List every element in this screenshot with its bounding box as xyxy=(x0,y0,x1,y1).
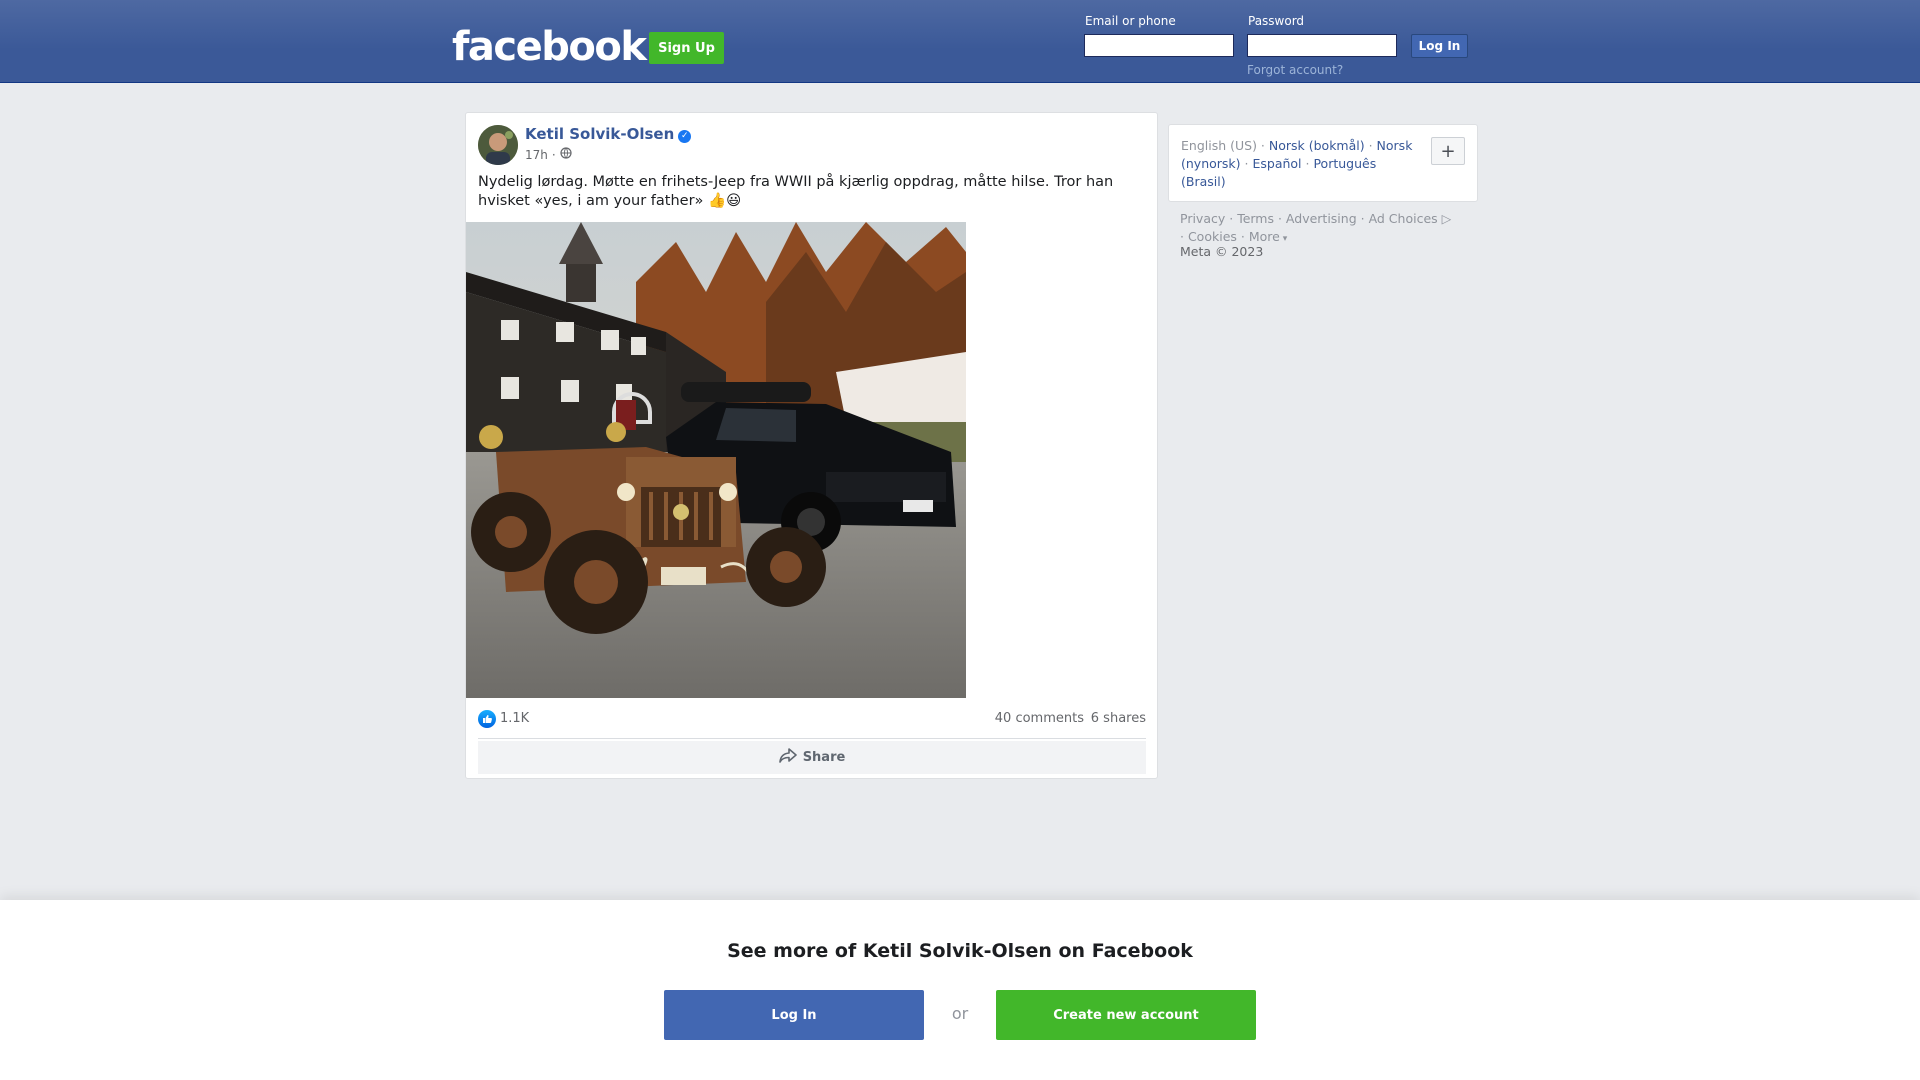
login-button[interactable]: Log In xyxy=(1411,34,1468,58)
post-card: Ketil Solvik-Olsen ✓ 17h · Nydelig lørdag… xyxy=(465,112,1158,779)
top-navigation-bar: facebook Sign Up Email or phone Password… xyxy=(0,0,1920,83)
share-button[interactable]: Share xyxy=(478,741,1146,774)
create-account-button[interactable]: Create new account xyxy=(996,990,1256,1040)
footer-links: Privacy · Terms · Advertising · Ad Choic… xyxy=(1180,211,1452,244)
footer-link-terms[interactable]: Terms xyxy=(1237,211,1274,226)
copyright: Meta © 2023 xyxy=(1180,244,1264,259)
share-icon xyxy=(778,747,797,768)
banner-login-button[interactable]: Log In xyxy=(664,990,924,1040)
share-label: Share xyxy=(802,750,846,765)
shares-count[interactable]: 6 shares xyxy=(1091,711,1146,726)
banner-title: See more of Ketil Solvik-Olsen on Facebo… xyxy=(727,940,1193,962)
language-list: English (US) · Norsk (bokmål) · Norsk (n… xyxy=(1181,138,1413,189)
post-author[interactable]: Ketil Solvik-Olsen ✓ xyxy=(525,125,692,143)
footer-link-more-label[interactable]: More xyxy=(1249,229,1280,244)
footer-link-ad-choices-label[interactable]: Ad Choices xyxy=(1369,211,1438,226)
post-time[interactable]: 17h xyxy=(525,148,548,162)
post-author-name[interactable]: Ketil Solvik-Olsen xyxy=(525,125,674,143)
footer-link-cookies[interactable]: Cookies xyxy=(1188,229,1237,244)
post-divider xyxy=(478,738,1146,739)
caret-down-icon: ▾ xyxy=(1279,234,1288,244)
password-input[interactable] xyxy=(1247,34,1397,57)
banner-or-text: or xyxy=(951,1004,969,1023)
globe-icon xyxy=(560,147,572,162)
post-meta: 17h · xyxy=(525,147,572,162)
footer-link-privacy[interactable]: Privacy xyxy=(1180,211,1225,226)
password-label: Password xyxy=(1248,14,1305,28)
reactions-count[interactable]: 1.1K xyxy=(500,711,529,726)
language-selector: English (US) · Norsk (bokmål) · Norsk (n… xyxy=(1168,124,1478,202)
facebook-logo[interactable]: facebook xyxy=(452,24,647,70)
current-language: English (US) xyxy=(1181,138,1257,153)
footer-link-advertising[interactable]: Advertising xyxy=(1286,211,1357,226)
meta-separator: · xyxy=(551,147,556,162)
comments-count[interactable]: 40 comments xyxy=(995,711,1084,726)
post-text: Nydelig lørdag. Møtte en frihets-Jeep fr… xyxy=(478,174,1114,209)
post-stats: 1.1K 40 comments 6 shares xyxy=(478,709,1146,729)
email-input[interactable] xyxy=(1084,34,1234,57)
language-link-norsk-bokmal[interactable]: Norsk (bokmål) xyxy=(1269,138,1365,153)
footer-link-ad-choices[interactable]: Ad Choices ▷ xyxy=(1369,211,1452,226)
language-link-espanol[interactable]: Español xyxy=(1252,156,1301,171)
more-languages-button[interactable]: + xyxy=(1431,137,1465,165)
sign-up-button[interactable]: Sign Up xyxy=(649,32,724,64)
verified-badge-icon: ✓ xyxy=(678,130,692,143)
like-reaction-icon xyxy=(478,710,496,728)
email-label: Email or phone xyxy=(1085,14,1176,28)
footer-link-more[interactable]: More ▾ xyxy=(1249,229,1287,244)
login-prompt-banner: See more of Ketil Solvik-Olsen on Facebo… xyxy=(0,900,1920,1080)
forgot-account-link[interactable]: Forgot account? xyxy=(1247,63,1343,77)
post-photo[interactable] xyxy=(466,222,966,698)
ad-choices-icon: ▷ xyxy=(1441,211,1452,226)
avatar[interactable] xyxy=(478,125,518,165)
